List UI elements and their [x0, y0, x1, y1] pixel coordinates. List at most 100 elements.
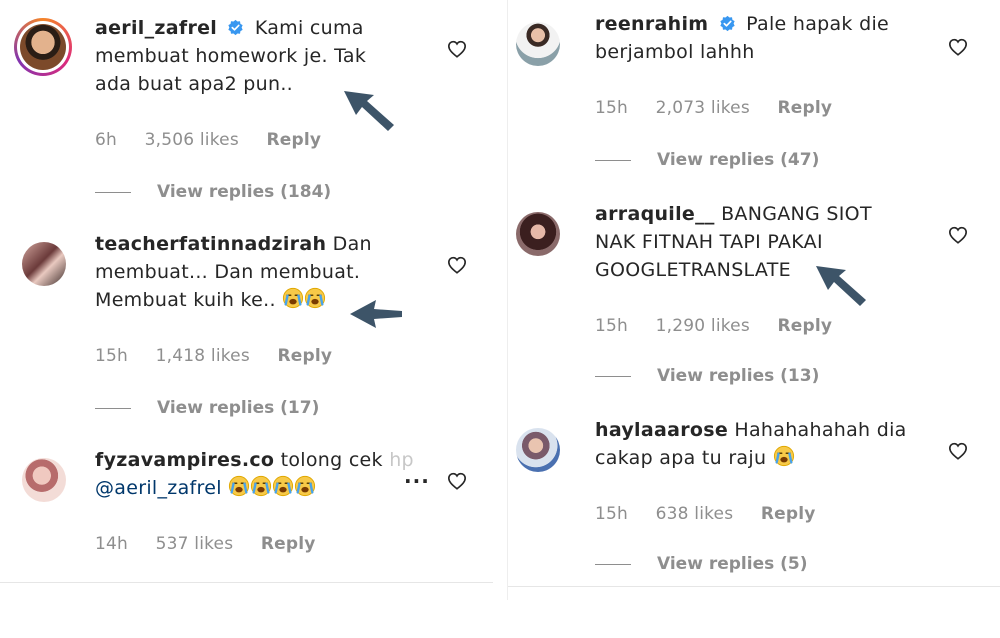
comment-text-line: membuat... Dan membuat.	[95, 261, 361, 283]
comment-text-line: Hahahahahah dia	[734, 419, 907, 441]
comment-body: arraquile__ BANGANG SIOT NAK FITNAH TAPI…	[595, 200, 935, 284]
comment-username[interactable]: reenrahim	[595, 13, 708, 35]
comment-likes[interactable]: 3,506 likes	[145, 130, 239, 150]
heart-outline-icon[interactable]	[447, 472, 467, 490]
view-replies-button[interactable]: View replies (184)	[95, 182, 331, 202]
view-replies-button[interactable]: View replies (13)	[595, 366, 819, 386]
loudly-crying-face-emoji	[773, 445, 795, 467]
comment-username[interactable]: fyzavampires.co	[95, 449, 274, 471]
comment-time: 15h	[595, 316, 629, 336]
comment-text-line: Membuat kuih ke..	[95, 289, 276, 311]
arrow-pointer-icon	[342, 85, 400, 133]
view-replies-button[interactable]: View replies (17)	[95, 398, 319, 418]
comment-likes[interactable]: 1,418 likes	[156, 346, 250, 366]
comment-text-line: membuat homework je. Tak	[95, 45, 367, 67]
comment-meta: 15h 1,418 likes Reply	[95, 346, 354, 366]
comment-meta: 15h 1,290 likes Reply	[595, 316, 854, 336]
comments-column-right: reenrahim Pale hapak die berjambol lahhh…	[507, 0, 1000, 600]
comment-item: fyzavampires.co tolong cek hp @aeril_zaf…	[0, 449, 493, 638]
comment-item: aeril_zafrel Kami cuma membuat homework …	[0, 17, 493, 206]
comments-column-left: aeril_zafrel Kami cuma membuat homework …	[0, 0, 493, 600]
view-replies-label: View replies (5)	[657, 554, 808, 574]
heart-outline-icon[interactable]	[948, 38, 968, 56]
comment-username[interactable]: arraquile__	[595, 203, 715, 225]
comment-username[interactable]: haylaaarose	[595, 419, 728, 441]
comment-meta: 15h 2,073 likes Reply	[595, 98, 854, 118]
comment-username[interactable]: aeril_zafrel	[95, 17, 217, 39]
comment-text-line: cakap apa tu raju	[595, 447, 767, 469]
comment-time: 6h	[95, 130, 117, 150]
comment-meta: 15h 638 likes Reply	[595, 504, 838, 524]
comment-body: reenrahim Pale hapak die berjambol lahhh	[595, 10, 935, 66]
comment-time: 15h	[595, 504, 629, 524]
view-replies-label: View replies (17)	[157, 398, 320, 418]
comment-body: haylaaarose Hahahahahah dia cakap apa tu…	[595, 416, 935, 472]
comment-text-line: ada buat apa2 pun..	[95, 73, 294, 95]
divider	[95, 407, 131, 409]
divider	[95, 191, 131, 193]
comment-text-line: Pale hapak die	[746, 13, 890, 35]
comment-item: teacherfatinnadzirah Dan membuat... Dan …	[0, 233, 493, 422]
comment-meta: 14h 537 likes Reply	[95, 534, 338, 554]
comment-body: fyzavampires.co tolong cek hp @aeril_zaf…	[95, 446, 435, 502]
column-divider	[0, 582, 493, 583]
comment-likes[interactable]: 1,290 likes	[656, 316, 750, 336]
loudly-crying-face-emoji	[282, 287, 304, 309]
view-replies-label: View replies (13)	[657, 366, 820, 386]
comment-item: haylaaarose Hahahahahah dia cakap apa tu…	[508, 419, 1000, 608]
loudly-crying-face-emoji	[250, 475, 272, 497]
arrow-pointer-icon	[346, 290, 404, 338]
heart-outline-icon[interactable]	[948, 226, 968, 244]
verified-badge-icon	[719, 15, 736, 32]
heart-outline-icon[interactable]	[948, 442, 968, 460]
arrow-pointer-icon	[814, 260, 872, 308]
comment-text-line: Dan	[332, 233, 372, 255]
avatar[interactable]	[516, 22, 560, 66]
comment-likes[interactable]: 2,073 likes	[656, 98, 750, 118]
view-replies-button[interactable]: View replies (47)	[595, 150, 819, 170]
loudly-crying-face-emoji	[228, 475, 250, 497]
reply-button[interactable]: Reply	[778, 98, 833, 118]
comment-text-line: GOOGLETRANSLATE	[595, 259, 791, 281]
comment-meta: 6h 3,506 likes Reply	[95, 130, 343, 150]
reply-button[interactable]: Reply	[778, 316, 833, 336]
comment-text-line: tolong cek	[280, 449, 383, 471]
avatar	[20, 24, 66, 70]
heart-outline-icon[interactable]	[447, 256, 467, 274]
divider	[595, 159, 631, 161]
more-text-button[interactable]: ...	[404, 464, 430, 488]
comment-time: 15h	[595, 98, 629, 118]
comment-likes[interactable]: 537 likes	[156, 534, 234, 554]
reply-button[interactable]: Reply	[261, 534, 316, 554]
avatar-story-ring[interactable]	[14, 18, 72, 76]
mention-link[interactable]: @aeril_zafrel	[95, 477, 222, 499]
comment-text-line: NAK FITNAH TAPI PAKAI	[595, 231, 823, 253]
reply-button[interactable]: Reply	[761, 504, 816, 524]
heart-outline-icon[interactable]	[447, 40, 467, 58]
comment-item: reenrahim Pale hapak die berjambol lahhh…	[508, 13, 1000, 202]
verified-badge-icon	[227, 19, 244, 36]
avatar[interactable]	[516, 428, 560, 472]
reply-button[interactable]: Reply	[267, 130, 322, 150]
loudly-crying-face-emoji	[272, 475, 294, 497]
comment-text-line: BANGANG SIOT	[721, 203, 872, 225]
view-replies-label: View replies (184)	[157, 182, 332, 202]
comment-time: 14h	[95, 534, 129, 554]
comment-item: arraquile__ BANGANG SIOT NAK FITNAH TAPI…	[508, 203, 1000, 392]
view-replies-button[interactable]: View replies (5)	[595, 554, 808, 574]
avatar[interactable]	[22, 458, 66, 502]
loudly-crying-face-emoji	[294, 475, 316, 497]
loudly-crying-face-emoji	[304, 287, 326, 309]
comment-time: 15h	[95, 346, 129, 366]
comment-text-line: Kami cuma	[254, 17, 364, 39]
divider	[595, 375, 631, 377]
comment-text-line: berjambol lahhh	[595, 41, 755, 63]
view-replies-label: View replies (47)	[657, 150, 820, 170]
reply-button[interactable]: Reply	[278, 346, 333, 366]
avatar[interactable]	[22, 242, 66, 286]
comment-likes[interactable]: 638 likes	[656, 504, 734, 524]
column-divider	[508, 586, 1000, 587]
avatar[interactable]	[516, 212, 560, 256]
divider	[595, 563, 631, 565]
comment-username[interactable]: teacherfatinnadzirah	[95, 233, 326, 255]
